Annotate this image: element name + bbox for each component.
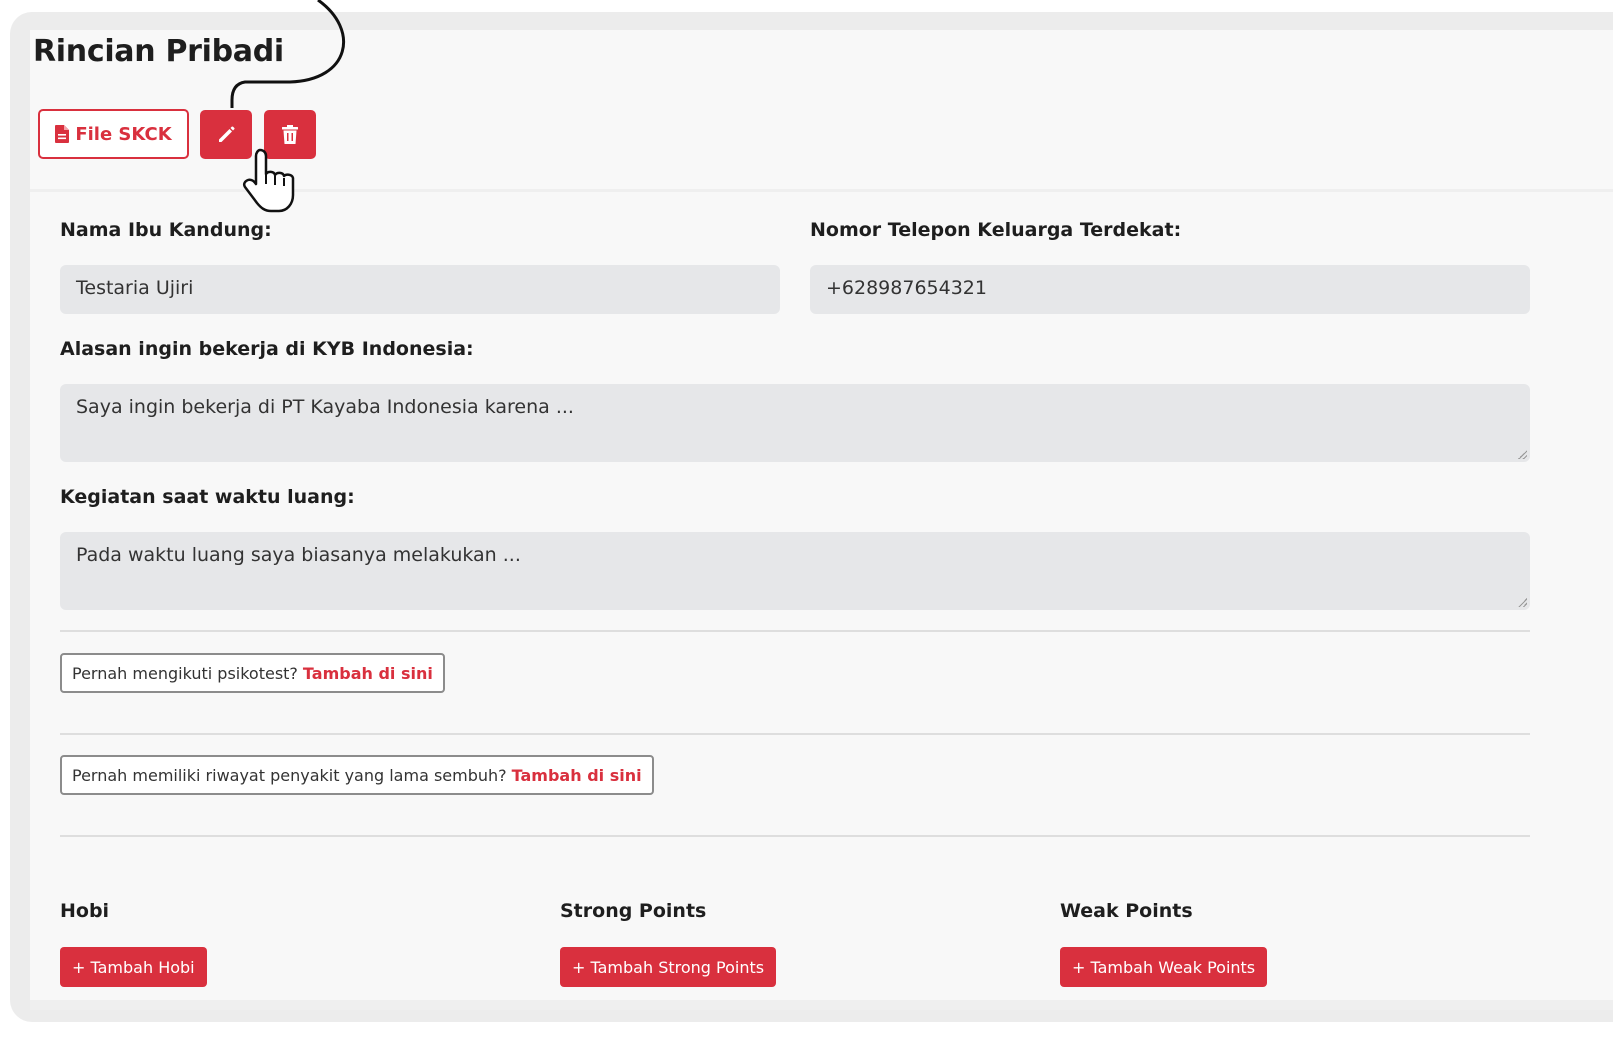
delete-button[interactable]: [264, 110, 316, 159]
pencil-icon: [219, 126, 235, 142]
psikotest-add-link[interactable]: Tambah di sini: [303, 664, 433, 683]
trash-icon: [282, 124, 298, 144]
file-icon: [55, 125, 70, 143]
free-time-textarea[interactable]: Pada waktu luang saya biasanya melakukan…: [60, 532, 1530, 610]
reason-text: Saya ingin bekerja di PT Kayaba Indonesi…: [76, 396, 574, 418]
card-header: Rincian Pribadi File SKCK: [30, 30, 1613, 192]
resize-handle[interactable]: [1518, 450, 1527, 459]
reason-textarea[interactable]: Saya ingin bekerja di PT Kayaba Indonesi…: [60, 384, 1530, 462]
hobi-title: Hobi: [60, 900, 110, 922]
strong-points-title: Strong Points: [560, 900, 707, 922]
reason-label: Alasan ingin bekerja di KYB Indonesia:: [60, 338, 474, 360]
mother-name-field[interactable]: Testaria Ujiri: [60, 265, 780, 314]
mother-name-label: Nama Ibu Kandung:: [60, 219, 272, 241]
file-skck-label: File SKCK: [75, 123, 172, 145]
page-title: Rincian Pribadi: [33, 34, 284, 69]
psikotest-prompt-text: Pernah mengikuti psikotest?: [72, 663, 298, 683]
family-phone-field[interactable]: +628987654321: [810, 265, 1530, 314]
divider: [60, 835, 1530, 837]
add-strong-points-button[interactable]: + Tambah Strong Points: [560, 947, 777, 987]
illness-prompt-text: Pernah memiliki riwayat penyakit yang la…: [72, 765, 507, 785]
personal-details-card: Rincian Pribadi File SKCK Nama Ibu Kandu…: [30, 30, 1613, 1010]
card-footer-bar: [30, 1000, 1613, 1010]
illness-prompt: Pernah memiliki riwayat penyakit yang la…: [60, 755, 654, 795]
edit-button[interactable]: [200, 110, 252, 159]
weak-points-title: Weak Points: [1060, 900, 1193, 922]
divider: [60, 630, 1530, 632]
psikotest-prompt: Pernah mengikuti psikotest? Tambah di si…: [60, 653, 445, 693]
family-phone-label: Nomor Telepon Keluarga Terdekat:: [810, 219, 1182, 241]
file-skck-button[interactable]: File SKCK: [38, 109, 189, 159]
add-weak-points-button[interactable]: + Tambah Weak Points: [1060, 947, 1268, 987]
illness-add-link[interactable]: Tambah di sini: [512, 766, 642, 785]
free-time-text: Pada waktu luang saya biasanya melakukan…: [76, 544, 521, 566]
resize-handle[interactable]: [1518, 598, 1527, 607]
add-hobi-button[interactable]: + Tambah Hobi: [60, 947, 207, 987]
divider: [60, 733, 1530, 735]
free-time-label: Kegiatan saat waktu luang:: [60, 486, 355, 508]
